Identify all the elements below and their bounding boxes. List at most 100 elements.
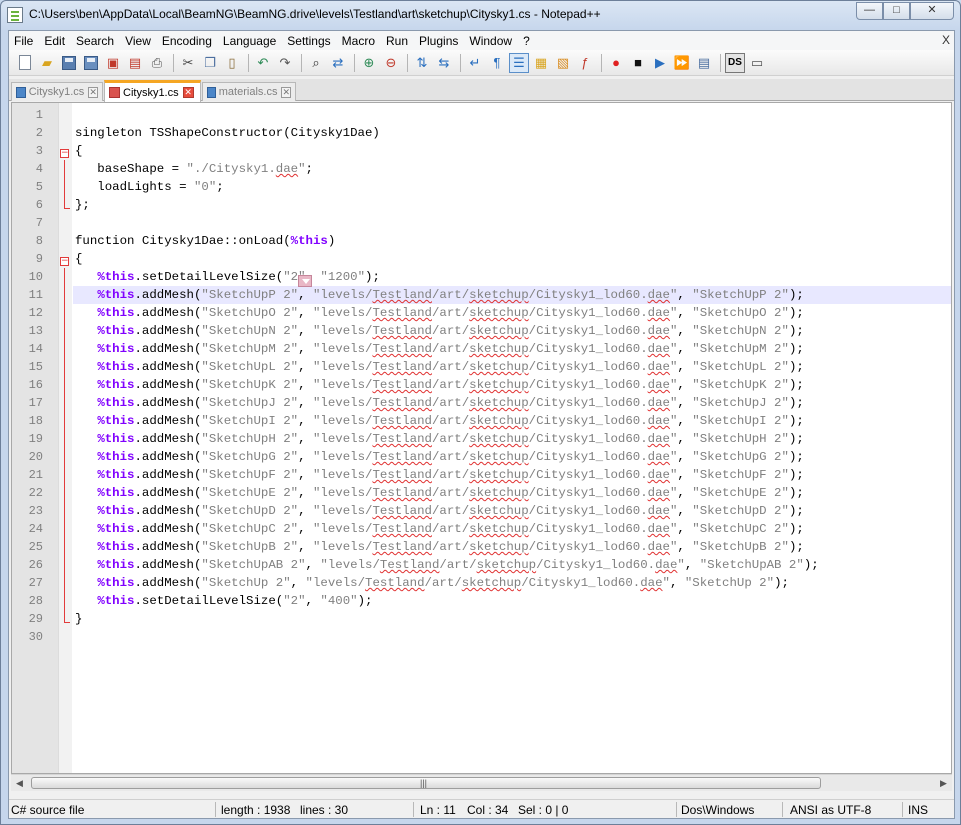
scroll-left-icon[interactable]: ◀ xyxy=(11,776,28,791)
maximize-button[interactable]: □ xyxy=(883,2,910,20)
code-text[interactable]: %this.addMesh("SketchUpG 2", "levels/Tes… xyxy=(73,448,951,466)
close-file-icon[interactable]: ▣ xyxy=(103,53,123,73)
code-text[interactable]: }; xyxy=(73,196,951,214)
tab-citysky1-cs-first[interactable]: Citysky1.cs ✕ xyxy=(11,82,103,101)
code-text[interactable]: } xyxy=(73,610,951,628)
show-all-chars-icon[interactable]: ¶ xyxy=(487,53,507,73)
record-macro-icon[interactable]: ● xyxy=(606,53,626,73)
print-icon[interactable]: ⎙ xyxy=(147,53,167,73)
code-text[interactable]: %this.addMesh("SketchUpD 2", "levels/Tes… xyxy=(73,502,951,520)
close-document-button[interactable]: X xyxy=(942,33,950,47)
line-number: 9 xyxy=(35,252,43,266)
spell-check-icon[interactable]: ▭ xyxy=(747,53,767,73)
code-text[interactable]: { xyxy=(73,142,951,160)
code-text[interactable]: %this.addMesh("SketchUpE 2", "levels/Tes… xyxy=(73,484,951,502)
menu-help[interactable]: ? xyxy=(518,34,536,48)
code-text[interactable]: singleton TSShapeConstructor(Citysky1Dae… xyxy=(73,124,951,142)
user-language-icon[interactable]: ▦ xyxy=(531,53,551,73)
code-line: 14 %this.addMesh("SketchUpM 2", "levels/… xyxy=(12,340,951,358)
replace-icon[interactable]: ⇄ xyxy=(328,53,348,73)
code-text[interactable]: %this.addMesh("SketchUpL 2", "levels/Tes… xyxy=(73,358,951,376)
code-text[interactable]: %this.addMesh("SketchUpAB 2", "levels/Te… xyxy=(73,556,951,574)
sync-vertical-icon[interactable]: ⇅ xyxy=(412,53,432,73)
code-text[interactable]: %this.addMesh("SketchUpN 2", "levels/Tes… xyxy=(73,322,951,340)
code-text[interactable] xyxy=(73,106,951,124)
menu-language[interactable]: Language xyxy=(218,34,282,48)
menu-edit[interactable]: Edit xyxy=(39,34,71,48)
menu-settings[interactable]: Settings xyxy=(282,34,336,48)
menu-file[interactable]: File xyxy=(9,34,39,48)
menu-run[interactable]: Run xyxy=(381,34,414,48)
copy-icon[interactable]: ❐ xyxy=(200,53,220,73)
code-text[interactable] xyxy=(73,628,951,646)
tab-materials-cs[interactable]: materials.cs ✕ xyxy=(202,82,296,101)
zoom-in-icon[interactable]: ⊕ xyxy=(359,53,379,73)
function-list-icon[interactable]: ƒ xyxy=(575,53,595,73)
code-text[interactable]: %this.addMesh("SketchUpP 2", "levels/Tes… xyxy=(73,286,951,304)
code-text[interactable]: loadLights = "0"; xyxy=(73,178,951,196)
fold-toggle-icon[interactable]: − xyxy=(60,149,69,158)
close-all-icon[interactable]: ▤ xyxy=(125,53,145,73)
sync-horizontal-icon[interactable]: ⇆ xyxy=(434,53,454,73)
notepadpp-app-icon[interactable] xyxy=(7,7,23,23)
open-file-icon[interactable]: ▰ xyxy=(37,53,57,73)
redo-icon[interactable]: ↷ xyxy=(275,53,295,73)
code-text[interactable]: baseShape = "./Citysky1.dae"; xyxy=(73,160,951,178)
run-macro-multiple-icon[interactable]: ⏩ xyxy=(672,53,692,73)
tab-close-icon[interactable]: ✕ xyxy=(88,86,98,98)
stop-macro-icon[interactable]: ■ xyxy=(628,53,648,73)
fold-toggle-icon[interactable]: − xyxy=(60,257,69,266)
horizontal-scrollbar[interactable]: ◀ ||| ▶ xyxy=(11,774,952,791)
menu-encoding[interactable]: Encoding xyxy=(157,34,218,48)
line-number: 28 xyxy=(28,594,43,608)
find-icon[interactable]: ⌕ xyxy=(306,53,326,73)
code-editor[interactable]: 1 2 singleton TSShapeConstructor(Citysky1D… xyxy=(11,102,952,774)
code-text[interactable]: %this.addMesh("SketchUpB 2", "levels/Tes… xyxy=(73,538,951,556)
code-text[interactable]: %this.addMesh("SketchUpO 2", "levels/Tes… xyxy=(73,304,951,322)
code-text[interactable]: %this.addMesh("SketchUpK 2", "levels/Tes… xyxy=(73,376,951,394)
ds-plugin-icon[interactable]: DS xyxy=(725,52,745,73)
code-text[interactable]: %this.addMesh("SketchUpC 2", "levels/Tes… xyxy=(73,520,951,538)
code-text[interactable]: %this.addMesh("SketchUp 2", "levels/Test… xyxy=(73,574,951,592)
code-text[interactable]: %this.addMesh("SketchUpF 2", "levels/Tes… xyxy=(73,466,951,484)
code-line: 30 xyxy=(12,628,951,646)
code-text[interactable]: %this.setDetailLevelSize("2", "1200"); xyxy=(73,268,951,286)
title-bar[interactable]: C:\Users\ben\AppData\Local\BeamNG\BeamNG… xyxy=(1,1,960,29)
menu-window[interactable]: Window xyxy=(464,34,518,48)
new-file-icon[interactable] xyxy=(15,53,35,73)
cut-icon[interactable]: ✂ xyxy=(178,53,198,73)
close-window-button[interactable]: ✕ xyxy=(910,2,954,20)
menu-plugins[interactable]: Plugins xyxy=(414,34,464,48)
code-text[interactable]: %this.addMesh("SketchUpI 2", "levels/Tes… xyxy=(73,412,951,430)
code-text[interactable]: { xyxy=(73,250,951,268)
play-macro-icon[interactable]: ▶ xyxy=(650,53,670,73)
menu-macro[interactable]: Macro xyxy=(337,34,381,48)
paste-icon[interactable]: ▯ xyxy=(222,53,242,73)
code-line: 1 xyxy=(12,106,951,124)
tab-close-icon[interactable]: ✕ xyxy=(182,87,194,98)
status-line-number: Ln : 11 xyxy=(420,803,456,817)
code-text[interactable]: %this.setDetailLevelSize("2", "400"); xyxy=(73,592,951,610)
scrollbar-thumb[interactable]: ||| xyxy=(31,777,821,789)
tab-label: Citysky1.cs xyxy=(123,86,179,99)
menu-view[interactable]: View xyxy=(120,34,157,48)
doc-map-icon[interactable]: ▧ xyxy=(553,53,573,73)
code-text[interactable]: %this.addMesh("SketchUpJ 2", "levels/Tes… xyxy=(73,394,951,412)
code-text[interactable]: %this.addMesh("SketchUpH 2", "levels/Tes… xyxy=(73,430,951,448)
code-text[interactable]: %this.addMesh("SketchUpM 2", "levels/Tes… xyxy=(73,340,951,358)
code-text[interactable] xyxy=(73,214,951,232)
code-text[interactable]: function Citysky1Dae::onLoad(%this) xyxy=(73,232,951,250)
word-wrap-icon[interactable]: ↵ xyxy=(465,53,485,73)
save-icon[interactable] xyxy=(59,53,79,73)
zoom-out-icon[interactable]: ⊖ xyxy=(381,53,401,73)
save-macro-icon[interactable]: ▤ xyxy=(694,53,714,73)
undo-icon[interactable]: ↶ xyxy=(253,53,273,73)
indent-guide-icon[interactable]: ☰ xyxy=(509,52,529,73)
tab-close-icon[interactable]: ✕ xyxy=(281,86,291,98)
autocomplete-dropdown-icon[interactable] xyxy=(298,275,312,287)
save-all-icon[interactable] xyxy=(81,53,101,73)
minimize-button[interactable]: — xyxy=(856,2,883,20)
menu-search[interactable]: Search xyxy=(71,34,120,48)
scroll-right-icon[interactable]: ▶ xyxy=(935,776,952,791)
tab-citysky1-cs-active[interactable]: Citysky1.cs ✕ xyxy=(104,80,201,102)
